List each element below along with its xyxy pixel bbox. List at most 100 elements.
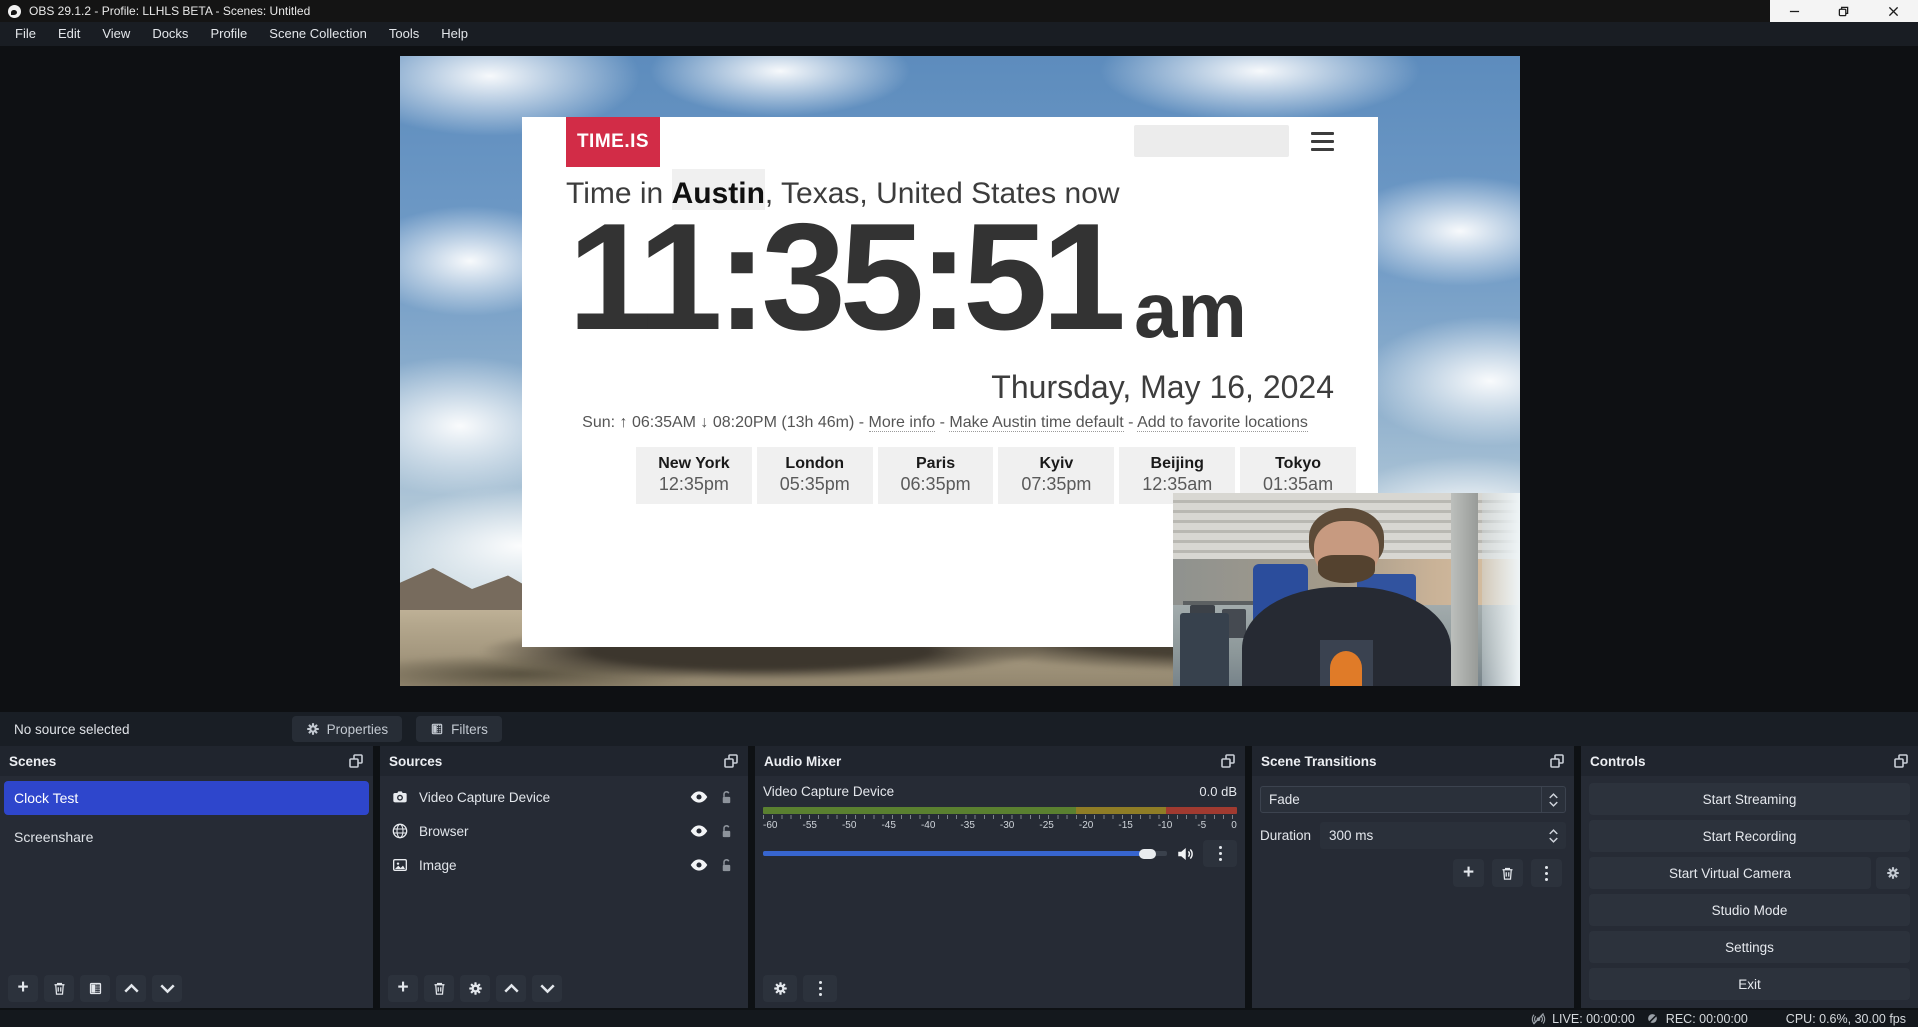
scene-item-screenshare[interactable]: Screenshare [4,820,369,854]
source-row-video-capture[interactable]: Video Capture Device [380,782,748,812]
remove-source-button[interactable] [424,975,454,1002]
gear-icon [468,981,483,996]
menu-item[interactable]: Edit [47,22,91,46]
minimize-button[interactable] [1775,0,1815,22]
scene-transitions-header[interactable]: Scene Transitions [1252,746,1574,776]
mixer-menu-button[interactable] [803,975,837,1002]
city-time-box[interactable]: New York 12:35pm [636,447,752,504]
plus-icon: + [17,978,28,997]
source-up-button[interactable] [496,975,526,1002]
trash-icon [1500,866,1515,881]
add-scene-button[interactable]: + [8,975,38,1002]
sources-title: Sources [389,754,442,769]
add-transition-button[interactable]: + [1453,859,1484,887]
city-time-box[interactable]: Paris 06:35pm [878,447,994,504]
popout-icon[interactable] [348,753,364,769]
popout-icon[interactable] [1549,753,1565,769]
menu-item[interactable]: Tools [378,22,430,46]
scene-item-clock-test[interactable]: Clock Test [4,781,369,815]
volume-slider-handle[interactable] [1139,849,1156,859]
settings-button[interactable]: Settings [1589,931,1910,963]
controls-header[interactable]: Controls [1581,746,1918,776]
webcam-chair [1180,613,1229,686]
mixer-channel-menu-button[interactable] [1203,840,1237,867]
source-row-browser[interactable]: Browser [380,816,748,846]
menu-item[interactable]: Scene Collection [258,22,378,46]
audio-mixer-header[interactable]: Audio Mixer [755,746,1245,776]
kebab-menu-icon [1545,872,1548,875]
timeis-logo[interactable]: TIME.IS [566,117,660,167]
more-info-link[interactable]: More info [869,414,936,432]
popout-icon[interactable] [723,753,739,769]
eye-icon[interactable] [690,788,708,806]
city-time-box[interactable]: Kyiv 07:35pm [998,447,1114,504]
hamburger-menu-icon[interactable] [1311,132,1334,151]
dock-row: Scenes Clock Test Screenshare + Sources [0,746,1918,1008]
source-toolbar: No source selected Properties Filters [0,712,1918,746]
menu-item[interactable]: View [91,22,141,46]
preview-area[interactable]: TIME.IS Time in Austin, Texas, United St… [0,46,1918,712]
close-button[interactable] [1873,0,1913,22]
studio-mode-button[interactable]: Studio Mode [1589,894,1910,926]
scene-down-button[interactable] [152,975,182,1002]
popout-icon[interactable] [1893,753,1909,769]
exit-button[interactable]: Exit [1589,968,1910,1000]
popout-icon[interactable] [1220,753,1236,769]
start-recording-button[interactable]: Start Recording [1589,820,1910,852]
source-properties-button[interactable] [460,975,490,1002]
chevron-down-icon [1549,801,1558,807]
remove-transition-button[interactable] [1492,859,1523,887]
search-input[interactable] [1134,125,1289,157]
source-label: Browser [419,824,469,839]
source-row-image[interactable]: Image [380,850,748,880]
webcam-person [1235,508,1457,686]
plus-icon: + [397,978,408,997]
selection-status: No source selected [14,722,130,737]
scene-up-button[interactable] [116,975,146,1002]
speaker-icon[interactable] [1176,845,1194,863]
transition-select-arrows[interactable] [1541,787,1565,812]
duration-label: Duration [1260,828,1311,843]
unlock-icon[interactable] [719,858,734,873]
remove-scene-button[interactable] [44,975,74,1002]
scene-filters-button[interactable] [80,975,110,1002]
properties-button[interactable]: Properties [292,716,403,742]
title-bar: OBS 29.1.2 - Profile: LLHLS BETA - Scene… [0,0,1918,22]
menu-item[interactable]: Profile [199,22,258,46]
menu-item[interactable]: Docks [141,22,199,46]
duration-value: 300 ms [1320,828,1549,843]
meter-tick-label: -35 [960,820,974,831]
start-streaming-button[interactable]: Start Streaming [1589,783,1910,815]
chevron-down-icon [540,981,555,996]
add-favorite-link[interactable]: Add to favorite locations [1137,414,1308,432]
virtual-camera-config-button[interactable] [1876,857,1910,889]
program-canvas[interactable]: TIME.IS Time in Austin, Texas, United St… [400,56,1520,686]
sources-header[interactable]: Sources [380,746,748,776]
duration-spinbox[interactable]: 300 ms [1320,822,1566,849]
transition-select[interactable]: Fade [1260,786,1566,813]
filters-button[interactable]: Filters [416,716,502,742]
eye-icon[interactable] [690,856,708,874]
unlock-icon[interactable] [719,824,734,839]
add-source-button[interactable]: + [388,975,418,1002]
city-time-box[interactable]: London 05:35pm [757,447,873,504]
menu-item[interactable]: File [4,22,47,46]
transition-menu-button[interactable] [1531,859,1562,887]
sun-times: Sun: ↑ 06:35AM ↓ 08:20PM (13h 46m) [582,414,854,431]
cloud [1360,316,1520,446]
obs-window: OBS 29.1.2 - Profile: LLHLS BETA - Scene… [0,0,1918,1027]
webcam-source[interactable] [1173,493,1520,686]
scenes-header[interactable]: Scenes [0,746,373,776]
city-name: Beijing [1119,455,1235,473]
eye-icon[interactable] [690,822,708,840]
start-virtual-camera-button[interactable]: Start Virtual Camera [1589,857,1871,889]
source-down-button[interactable] [532,975,562,1002]
restore-button[interactable] [1824,0,1864,22]
clock-time: 11:35:51 [568,201,1120,353]
unlock-icon[interactable] [719,790,734,805]
advanced-audio-button[interactable] [763,975,797,1002]
duration-spin-arrows[interactable] [1549,829,1566,843]
volume-slider[interactable] [763,851,1167,856]
make-default-link[interactable]: Make Austin time default [949,414,1123,432]
menu-item[interactable]: Help [430,22,479,46]
